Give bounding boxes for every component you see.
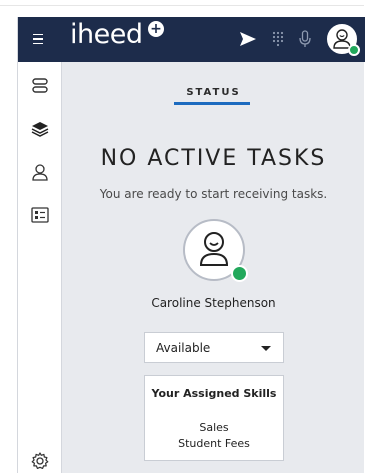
availability-select[interactable]: Available — [144, 332, 284, 363]
list-card-icon[interactable] — [30, 205, 50, 225]
user-avatar-icon[interactable] — [325, 22, 360, 56]
logo-plus-badge: + — [148, 21, 164, 37]
online-status-dot — [348, 44, 360, 56]
contacts-icon[interactable] — [30, 162, 50, 182]
page-title: NO ACTIVE TASKS — [100, 146, 327, 171]
layers-icon[interactable] — [30, 119, 50, 139]
avatar — [183, 219, 248, 282]
main-panel: STATUS NO ACTIVE TASKS You are ready to … — [62, 62, 365, 473]
availability-select-value: Available — [156, 341, 211, 355]
microphone-icon[interactable] — [295, 29, 315, 49]
online-status-dot — [231, 265, 248, 282]
chevron-down-icon — [261, 346, 271, 351]
window-divider — [0, 5, 374, 6]
queue-icon[interactable] — [30, 76, 50, 96]
dialpad-icon[interactable] — [268, 29, 288, 49]
user-name: Caroline Stephenson — [151, 296, 276, 310]
app-logo: iheed — [70, 19, 143, 50]
page-subtitle: You are ready to start receiving tasks. — [99, 187, 328, 201]
skill-item: Sales — [199, 421, 229, 434]
sidebar — [18, 62, 62, 473]
settings-icon[interactable] — [30, 451, 50, 471]
app-frame: iheed + STATUS NO ACTIVE TASKS You are r… — [17, 17, 365, 473]
skill-item: Student Fees — [178, 437, 250, 450]
assigned-skills-panel: Your Assigned Skills Sales Student Fees — [144, 375, 284, 461]
tab-status[interactable]: STATUS — [62, 87, 365, 98]
skills-title: Your Assigned Skills — [151, 387, 277, 400]
top-bar: iheed + — [18, 17, 365, 62]
send-icon[interactable] — [238, 29, 258, 49]
hamburger-icon[interactable] — [30, 31, 46, 47]
window-top-edge — [0, 0, 374, 17]
tab-status-indicator — [174, 102, 250, 105]
window-right-edge — [364, 0, 374, 473]
